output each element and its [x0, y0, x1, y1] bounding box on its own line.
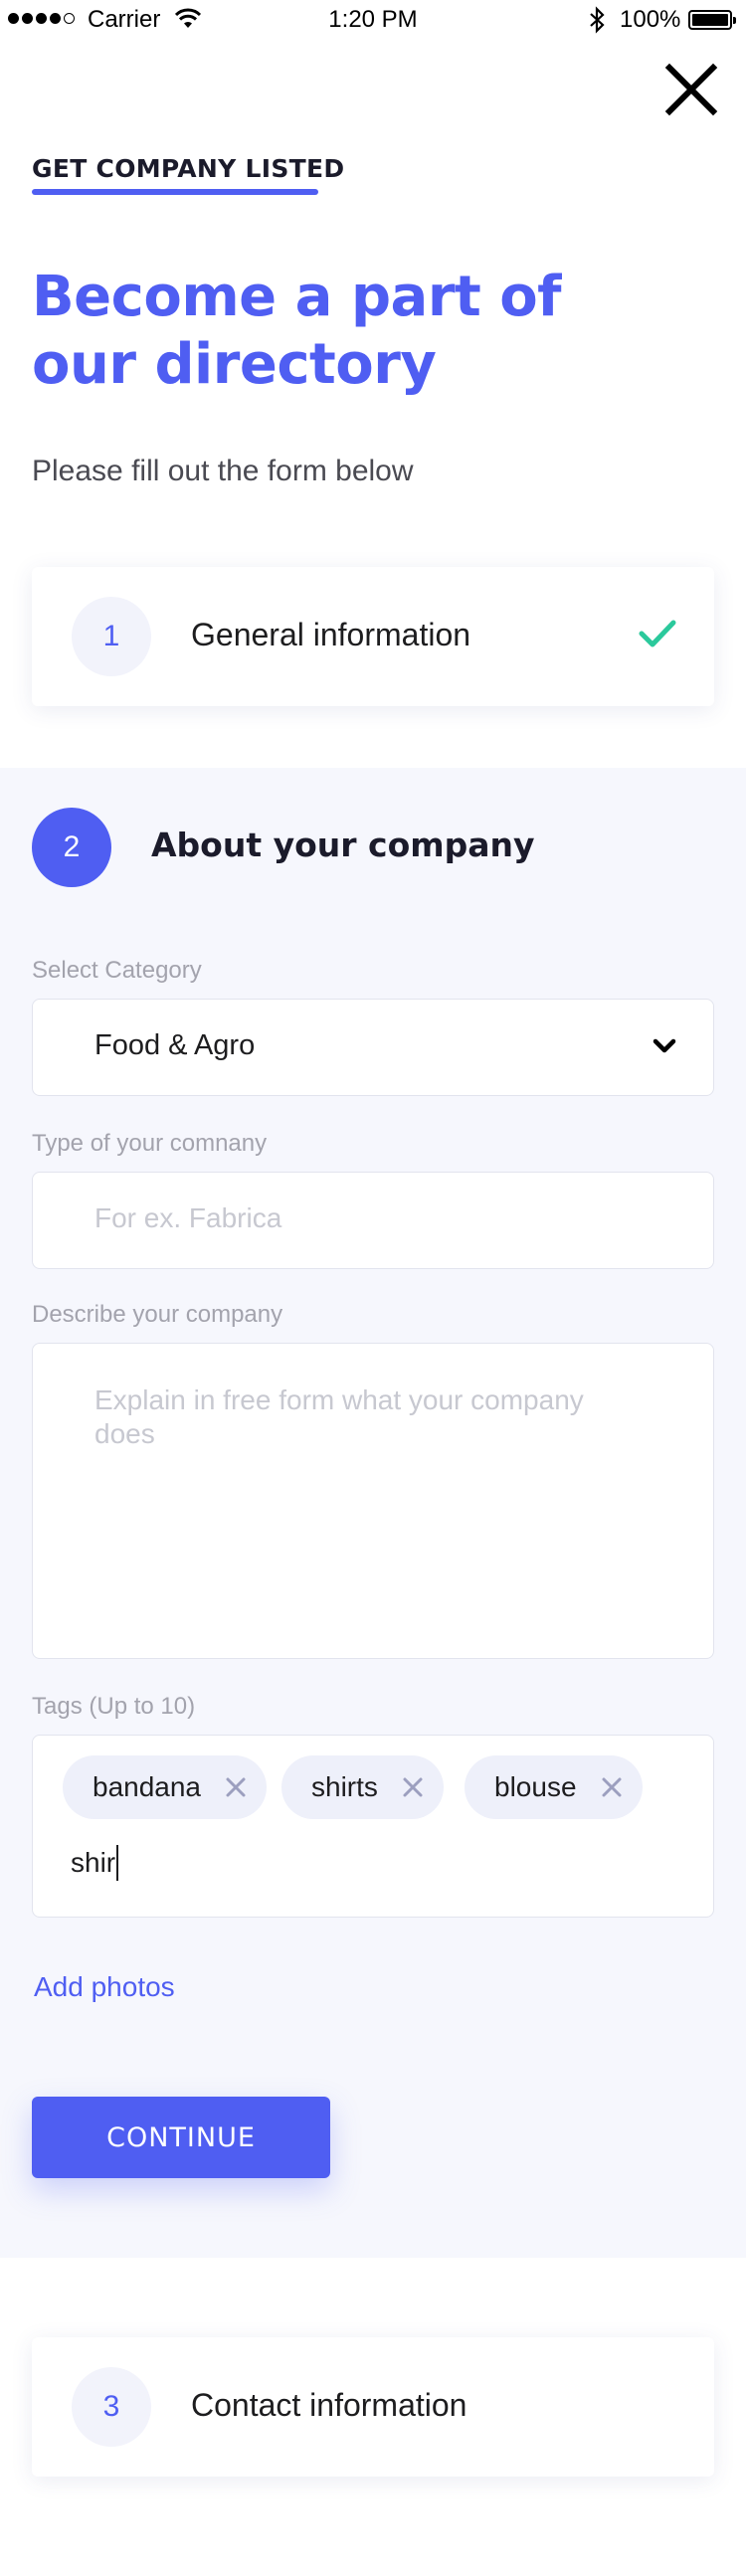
- chevron-down-icon: [653, 1038, 676, 1053]
- tag-chip[interactable]: bandana: [63, 1755, 268, 1819]
- page-subtitle: Please fill out the form below: [32, 455, 414, 487]
- continue-button[interactable]: CONTINUE: [32, 2097, 330, 2178]
- step-section-about-company: 2 About your company Select Category Foo…: [0, 768, 746, 2258]
- step-card-general-information[interactable]: 1 General information: [32, 567, 714, 706]
- category-select[interactable]: Food & Agro: [32, 999, 714, 1096]
- step-card-contact-information[interactable]: 3 Contact information: [32, 2337, 714, 2477]
- step-title: General information: [191, 617, 471, 652]
- company-description-textarea[interactable]: Explain in free form what your company d…: [32, 1343, 714, 1659]
- battery-icon: [688, 10, 736, 30]
- section-title: About your company: [151, 826, 535, 864]
- eyebrow-underline: [32, 189, 318, 195]
- status-bar: Carrier 1:20 PM 100%: [0, 0, 746, 40]
- step-title: Contact information: [191, 2387, 467, 2423]
- description-label: Describe your company: [32, 1301, 283, 1328]
- tag-remove-icon[interactable]: [402, 1776, 424, 1798]
- tag-remove-icon[interactable]: [601, 1776, 623, 1798]
- step-number: 3: [72, 2367, 151, 2447]
- page-eyebrow: GET COMPANY LISTED: [32, 154, 345, 183]
- bluetooth-icon: [590, 6, 605, 34]
- tags-input[interactable]: bandana shirts blouse shir: [32, 1735, 714, 1918]
- tag-label: blouse: [494, 1771, 577, 1802]
- tag-text-entry[interactable]: shir: [71, 1847, 115, 1879]
- company-type-placeholder: For ex. Fabrica: [94, 1202, 282, 1233]
- description-placeholder: Explain in free form what your company d…: [94, 1384, 584, 1449]
- step-number: 1: [72, 597, 151, 676]
- tag-chip[interactable]: blouse: [465, 1755, 643, 1819]
- tags-label: Tags (Up to 10): [32, 1693, 196, 1720]
- battery-percent: 100%: [620, 6, 681, 33]
- category-value: Food & Agro: [94, 1029, 256, 1061]
- step-number-active: 2: [32, 808, 111, 887]
- company-type-input[interactable]: For ex. Fabrica: [32, 1172, 714, 1269]
- tag-label: shirts: [311, 1771, 378, 1802]
- tag-label: bandana: [93, 1771, 202, 1802]
- add-photos-link[interactable]: Add photos: [34, 1971, 175, 2003]
- close-button[interactable]: [661, 60, 721, 119]
- type-label: Type of your comnany: [32, 1130, 268, 1157]
- text-cursor: [116, 1845, 118, 1881]
- check-icon: [639, 620, 676, 647]
- tag-chip[interactable]: shirts: [281, 1755, 444, 1819]
- tag-remove-icon[interactable]: [225, 1776, 247, 1798]
- close-icon: [664, 63, 718, 116]
- page-title: Become a part of our directory: [32, 265, 562, 397]
- category-label: Select Category: [32, 957, 202, 984]
